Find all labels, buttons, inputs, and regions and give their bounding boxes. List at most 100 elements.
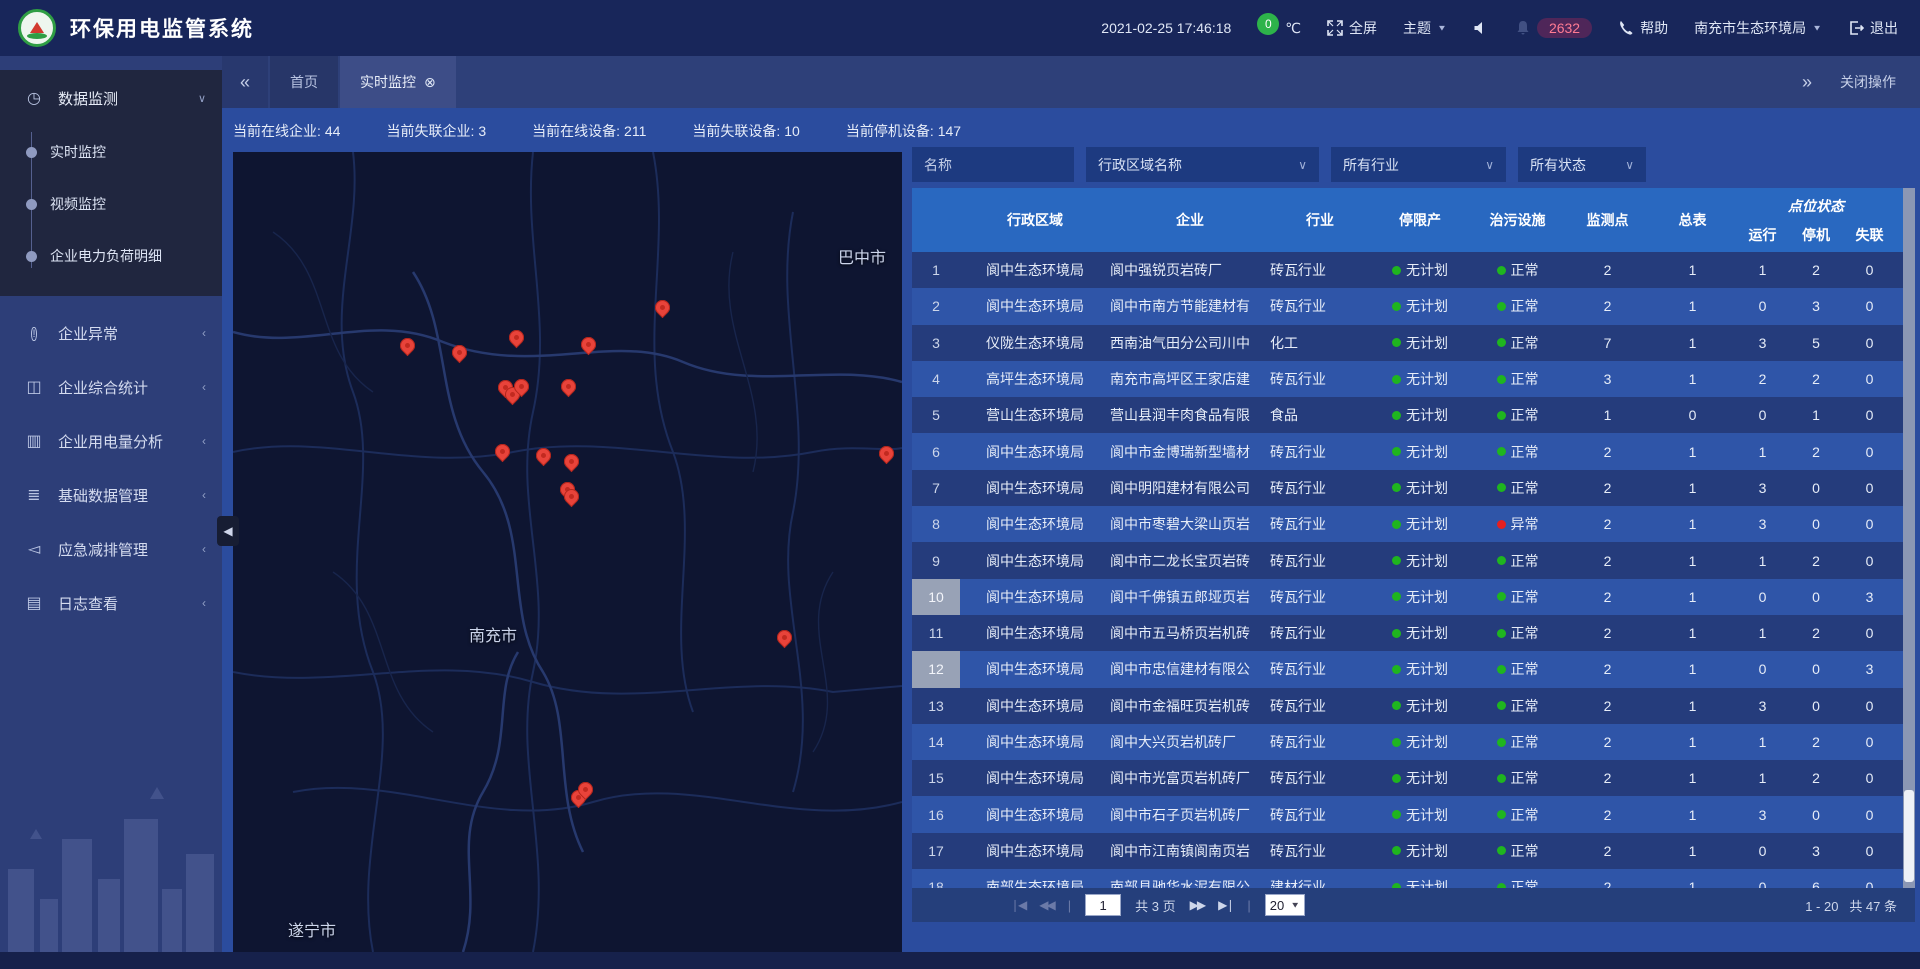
chevron-left-icon: ‹	[202, 434, 206, 448]
scrollbar-thumb[interactable]	[1904, 790, 1914, 882]
page-number-input[interactable]	[1085, 894, 1121, 916]
cell-offline: 0	[1842, 325, 1897, 361]
temperature: 0 ℃	[1257, 20, 1301, 37]
page-size-select[interactable]: 20 ▼	[1265, 894, 1305, 916]
table-row[interactable]: 11阆中生态环境局阆中市五马桥页岩机砖砖瓦行业无计划正常21120	[912, 615, 1903, 651]
table-row[interactable]: 4高坪生态环境局南充市高坪区王家店建砖瓦行业无计划正常31220	[912, 361, 1903, 397]
table-row[interactable]: 5营山生态环境局营山县润丰肉食品有限食品无计划正常10010	[912, 397, 1903, 433]
menu-icon: ◫	[24, 377, 44, 397]
close-operations-button[interactable]: 关闭操作	[1840, 72, 1896, 92]
table-row[interactable]: 15阆中生态环境局阆中市光富页岩机砖厂砖瓦行业无计划正常21120	[912, 760, 1903, 796]
status-dot-green	[1392, 447, 1401, 456]
table-row[interactable]: 12阆中生态环境局阆中市忠信建材有限公砖瓦行业无计划正常21003	[912, 651, 1903, 687]
cell-industry: 砖瓦行业	[1270, 433, 1370, 469]
sidebar-item[interactable]: !企业异常‹	[0, 306, 222, 360]
table-row[interactable]: 10阆中生态环境局阆中千佛镇五郎垭页岩砖瓦行业无计划正常21003	[912, 579, 1903, 615]
cell-region: 阆中生态环境局	[960, 433, 1110, 469]
cell-monitor-points: 2	[1565, 433, 1650, 469]
sidebar-subitem[interactable]: 实时监控	[0, 126, 222, 178]
cell-stopped: 2	[1790, 361, 1842, 397]
sidebar-item[interactable]: ▤日志查看‹	[0, 576, 222, 630]
cell-region: 阆中生态环境局	[960, 506, 1110, 542]
cell-production-limit: 无计划	[1370, 470, 1470, 506]
status-filter-select[interactable]: 所有状态 ∨	[1518, 147, 1646, 182]
table-row[interactable]: 6阆中生态环境局阆中市金博瑞新型墙材砖瓦行业无计划正常21120	[912, 433, 1903, 469]
app-title: 环保用电监管系统	[70, 13, 254, 43]
table-row[interactable]: 1阆中生态环境局阆中强锐页岩砖厂砖瓦行业无计划正常21120	[912, 252, 1903, 288]
tab-realtime-monitor[interactable]: 实时监控 ⊗	[340, 56, 456, 108]
cell-running: 3	[1735, 470, 1790, 506]
sidebar-item[interactable]: ▥企业用电量分析‹	[0, 414, 222, 468]
cell-region: 阆中生态环境局	[960, 470, 1110, 506]
logout-button[interactable]: 退出	[1848, 18, 1898, 38]
table-row[interactable]: 3仪陇生态环境局西南油气田分公司川中化工无计划正常71350	[912, 325, 1903, 361]
sidebar-item-data-monitoring[interactable]: ◷ 数据监测 ∨	[0, 70, 222, 126]
cell-stopped: 2	[1790, 615, 1842, 651]
next-page-button[interactable]: ▶▶	[1190, 898, 1204, 912]
cell-stopped: 0	[1790, 688, 1842, 724]
cell-pollution-facility: 正常	[1470, 361, 1565, 397]
last-page-button[interactable]: ▶❘	[1218, 898, 1233, 912]
table-row[interactable]: 17阆中生态环境局阆中市江南镇阆南页岩砖瓦行业无计划正常21030	[912, 833, 1903, 869]
first-page-button[interactable]: ❘◀	[1010, 898, 1025, 912]
table-row[interactable]: 16阆中生态环境局阆中市石子页岩机砖厂砖瓦行业无计划正常21300	[912, 796, 1903, 832]
industry-filter-select[interactable]: 所有行业 ∨	[1331, 147, 1506, 182]
cell-pollution-facility: 正常	[1470, 796, 1565, 832]
table-scrollbar[interactable]	[1903, 188, 1915, 888]
sidebar-collapse-button[interactable]: ◀	[217, 516, 239, 546]
table-row[interactable]: 18南部生态环境局南部县驰华水泥有限公建材行业无计划正常21060	[912, 869, 1903, 888]
cell-enterprise: 阆中市五马桥页岩机砖	[1110, 615, 1270, 651]
sidebar: ◷ 数据监测 ∨ 实时监控视频监控企业电力负荷明细 !企业异常‹◫企业综合统计‹…	[0, 56, 222, 969]
sidebar-subitem[interactable]: 视频监控	[0, 178, 222, 230]
table-row[interactable]: 13阆中生态环境局阆中市金福旺页岩机砖砖瓦行业无计划正常21300	[912, 688, 1903, 724]
theme-dropdown[interactable]: 主题 ▼	[1403, 18, 1447, 38]
sidebar-item[interactable]: ≣基础数据管理‹	[0, 468, 222, 522]
tabs-scroll-right-button[interactable]: »	[1802, 72, 1812, 93]
menu-icon: ◅	[24, 539, 44, 559]
row-index: 18	[912, 869, 960, 888]
map-panel[interactable]: 巴中市南充市遂宁市	[233, 152, 902, 952]
notifications: 2632	[1515, 18, 1592, 38]
cell-region: 仪陇生态环境局	[960, 325, 1110, 361]
status-dot-green	[1497, 774, 1506, 783]
bullet-icon	[26, 147, 37, 158]
table-row[interactable]: 8阆中生态环境局阆中市枣碧大梁山页岩砖瓦行业无计划异常21300	[912, 506, 1903, 542]
cell-enterprise: 南充市高坪区王家店建	[1110, 361, 1270, 397]
table-row[interactable]: 7阆中生态环境局阆中明阳建材有限公司砖瓦行业无计划正常21300	[912, 470, 1903, 506]
sidebar-item[interactable]: ◅应急减排管理‹	[0, 522, 222, 576]
table-row[interactable]: 2阆中生态环境局阆中市南方节能建材有砖瓦行业无计划正常21030	[912, 288, 1903, 324]
cell-offline: 0	[1842, 506, 1897, 542]
cell-stopped: 1	[1790, 397, 1842, 433]
org-dropdown[interactable]: 南充市生态环境局 ▼	[1694, 18, 1822, 38]
row-index: 2	[912, 288, 960, 324]
cell-industry: 砖瓦行业	[1270, 361, 1370, 397]
prev-page-button[interactable]: ◀◀	[1039, 898, 1053, 912]
cell-stopped: 2	[1790, 724, 1842, 760]
cell-total-meters: 1	[1650, 506, 1735, 542]
bell-icon[interactable]	[1515, 20, 1531, 36]
notification-count-badge[interactable]: 2632	[1537, 18, 1592, 38]
close-icon[interactable]: ⊗	[424, 74, 436, 91]
tabs-scroll-left-button[interactable]: «	[222, 56, 268, 108]
help-button[interactable]: 帮助	[1618, 18, 1668, 38]
table-row[interactable]: 9阆中生态环境局阆中市二龙长宝页岩砖砖瓦行业无计划正常21120	[912, 542, 1903, 578]
row-index: 12	[912, 651, 960, 687]
cell-stopped: 3	[1790, 288, 1842, 324]
row-index: 4	[912, 361, 960, 397]
region-filter-select[interactable]: 行政区域名称 ∨	[1086, 147, 1319, 182]
table-row[interactable]: 14阆中生态环境局阆中大兴页岩机砖厂砖瓦行业无计划正常21120	[912, 724, 1903, 760]
sidebar-item[interactable]: ◫企业综合统计‹	[0, 360, 222, 414]
cell-monitor-points: 2	[1565, 252, 1650, 288]
status-dot-green	[1392, 302, 1401, 311]
sound-toggle[interactable]	[1473, 20, 1489, 36]
menu-icon: ▤	[24, 593, 44, 613]
name-filter-input[interactable]	[912, 147, 1074, 182]
sidebar-subitem[interactable]: 企业电力负荷明细	[0, 230, 222, 282]
tab-home[interactable]: 首页	[270, 56, 338, 108]
fullscreen-button[interactable]: 全屏	[1327, 18, 1377, 38]
cell-industry: 砖瓦行业	[1270, 579, 1370, 615]
cell-offline: 0	[1842, 833, 1897, 869]
cell-region: 阆中生态环境局	[960, 579, 1110, 615]
cell-region: 阆中生态环境局	[960, 542, 1110, 578]
cell-production-limit: 无计划	[1370, 651, 1470, 687]
